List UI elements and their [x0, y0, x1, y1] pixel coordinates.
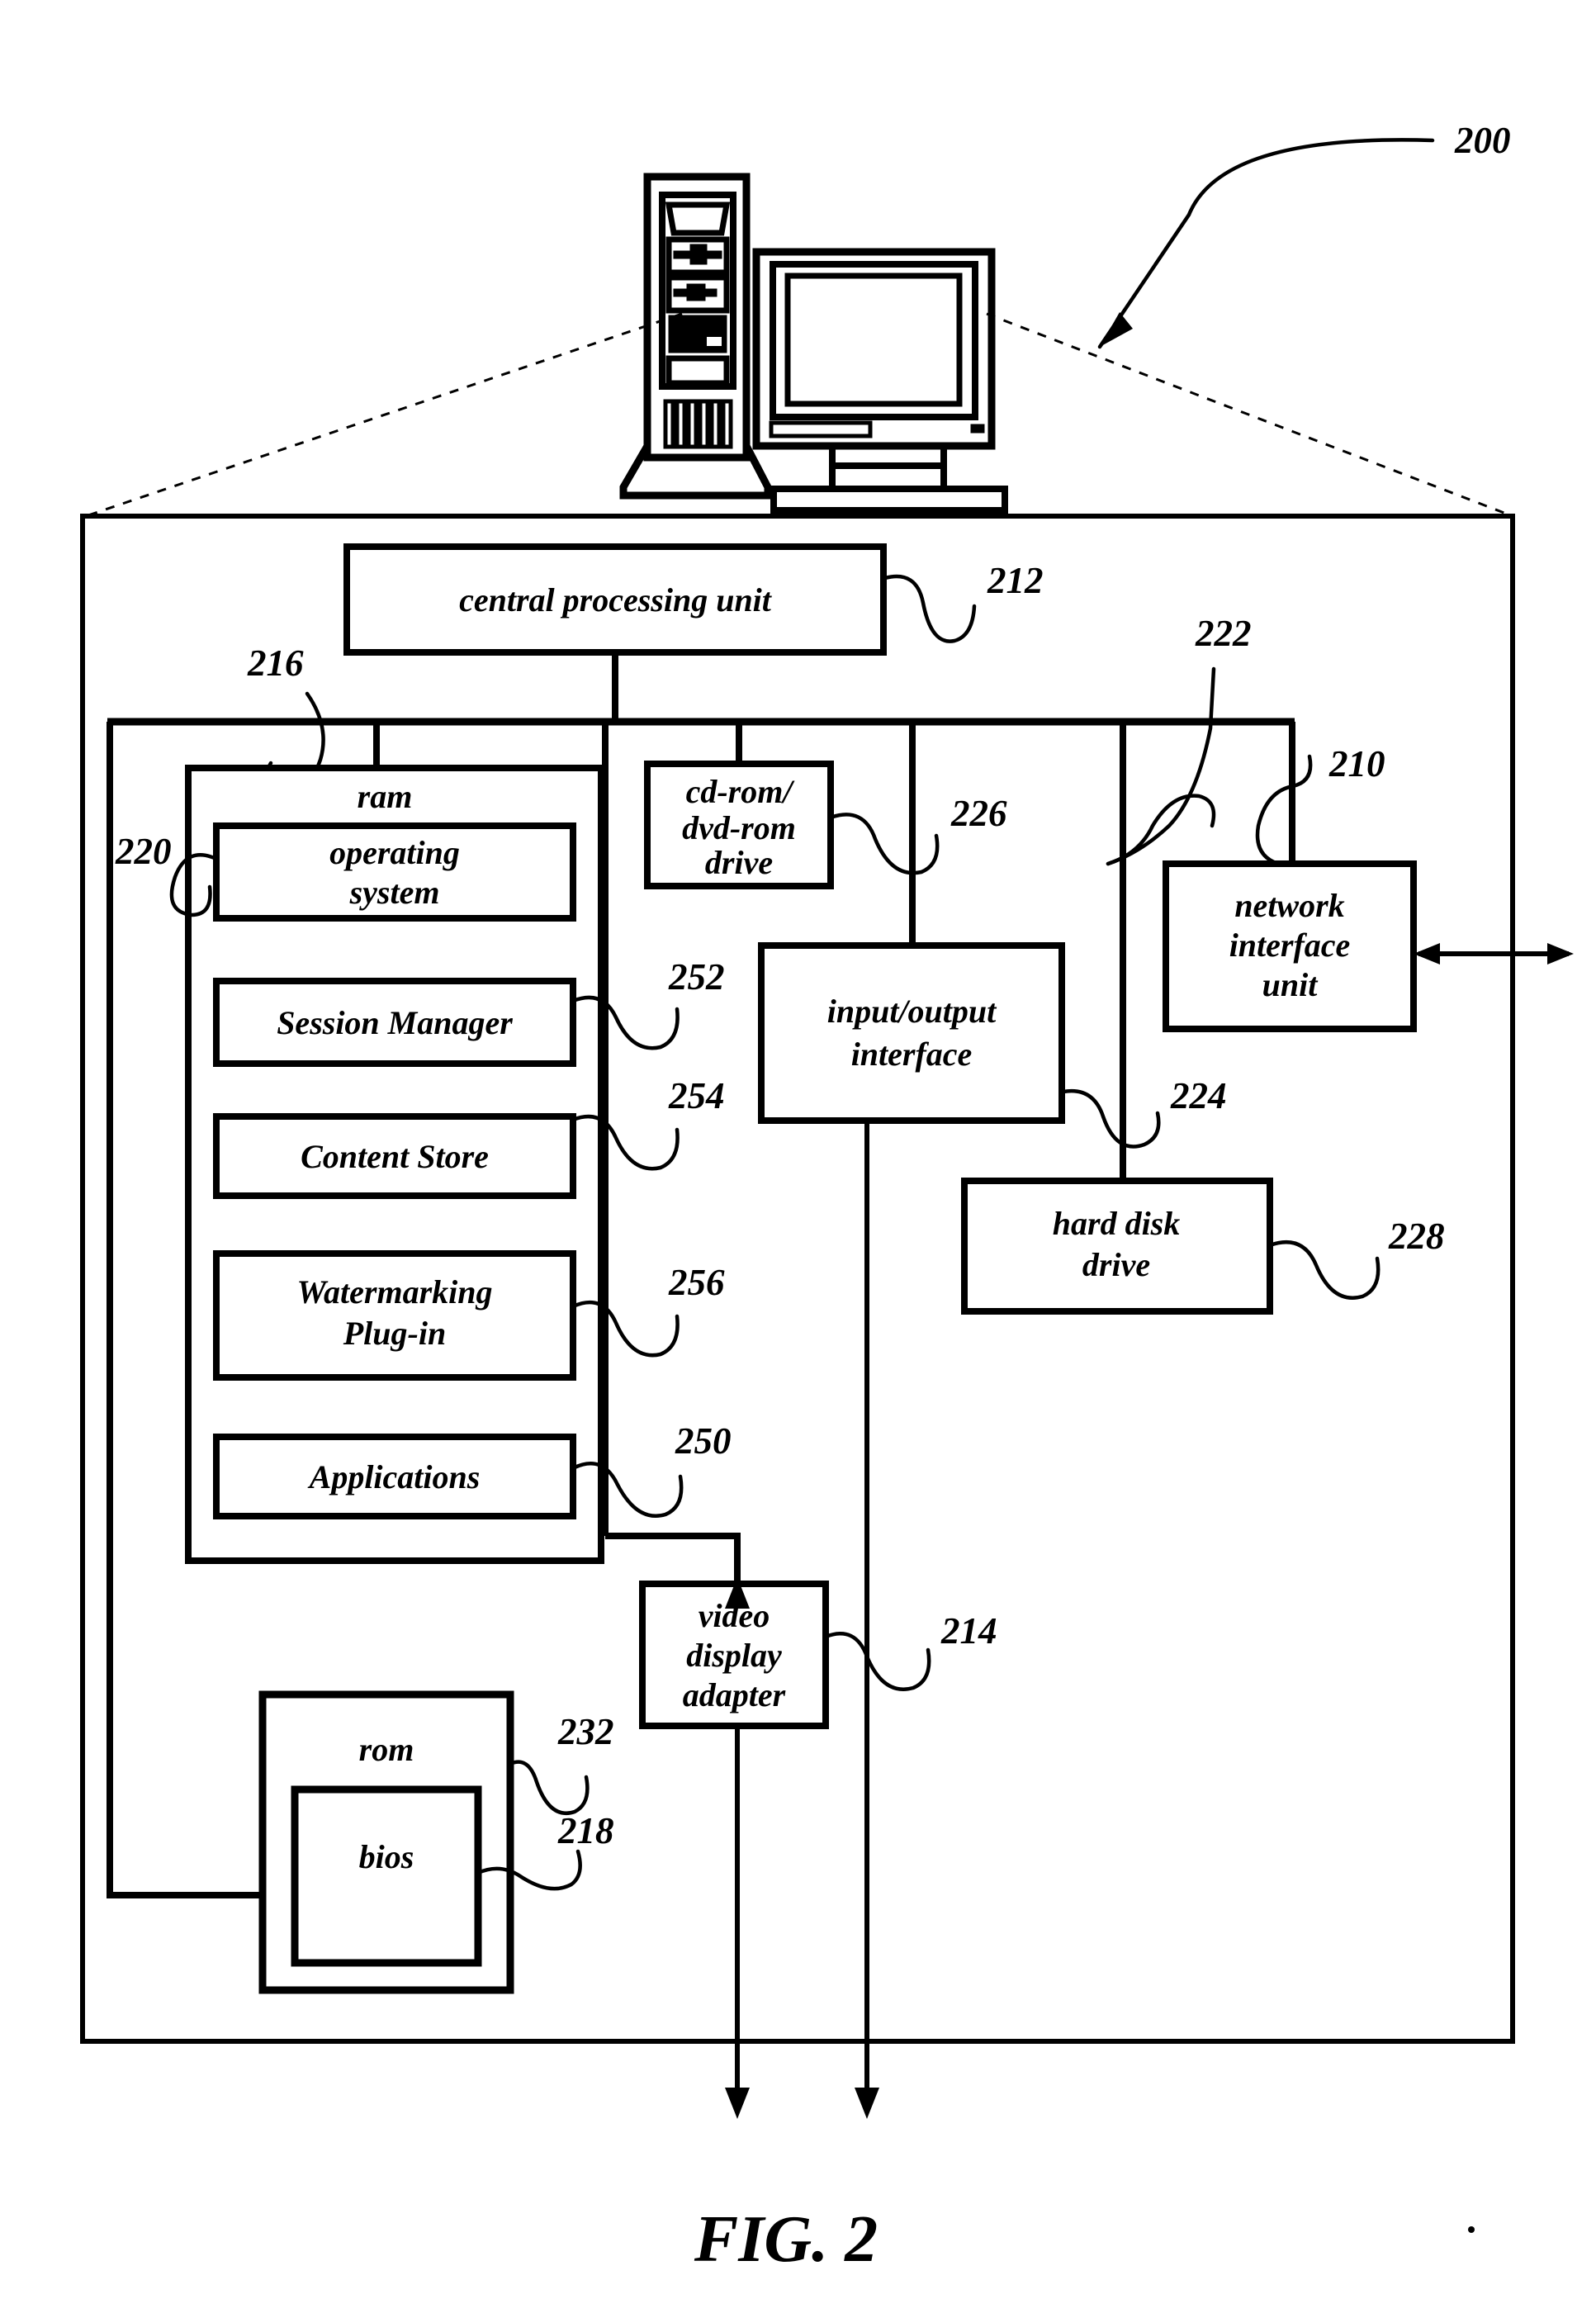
figure-caption: FIG. 2: [694, 2203, 878, 2276]
watermarking-plugin-label-line1: Watermarking: [296, 1273, 492, 1311]
rom-label: rom: [359, 1731, 414, 1768]
network-interface-unit-label-line1: network: [1234, 887, 1344, 924]
computing-device-illustration: [619, 173, 1008, 514]
bios-label: bios: [359, 1838, 414, 1875]
ref-256: 256: [668, 1262, 725, 1303]
ref-254: 254: [668, 1075, 725, 1116]
network-interface-unit-label-line3: unit: [1262, 966, 1319, 1003]
ref-224: 224: [1170, 1075, 1227, 1116]
ref-216: 216: [247, 642, 304, 684]
ref-232: 232: [557, 1711, 614, 1752]
operating-system-label-line2: system: [349, 874, 440, 911]
expansion-line-right: [986, 312, 1513, 518]
applications-label: Applications: [307, 1458, 481, 1495]
cdrom-drive-label-line2: dvd-rom: [682, 809, 796, 846]
ref-210: 210: [1328, 743, 1385, 784]
figure-canvas: Computing Device 200 central processing …: [0, 0, 1596, 2313]
cdrom-drive-label-line3: drive: [705, 844, 773, 881]
content-store-label: Content Store: [301, 1138, 489, 1175]
ref-212: 212: [987, 560, 1044, 601]
cpu-label: central processing unit: [459, 581, 773, 619]
system-ref-leader: [1097, 138, 1435, 349]
io-interface-label-line1: input/output: [827, 993, 997, 1030]
ref-228: 228: [1388, 1216, 1445, 1257]
page-artifact-dot: [1468, 2226, 1475, 2233]
hard-disk-drive-label-line1: hard disk: [1053, 1205, 1181, 1242]
watermarking-plugin-label-line2: Plug-in: [343, 1315, 446, 1352]
operating-system-label-line1: operating: [329, 834, 460, 871]
ref-218: 218: [557, 1810, 614, 1851]
hard-disk-drive-label-line2: drive: [1082, 1246, 1150, 1283]
ref-222: 222: [1195, 613, 1252, 654]
ref-252: 252: [668, 956, 725, 998]
ref-214: 214: [940, 1610, 997, 1652]
expansion-line-left: [85, 312, 683, 518]
ref-220: 220: [115, 831, 172, 872]
ref-200: 200: [1454, 120, 1511, 161]
network-interface-unit-label-line2: interface: [1229, 927, 1351, 964]
io-interface-box[interactable]: [758, 942, 1065, 1124]
bios-box[interactable]: [291, 1785, 482, 1967]
ref-226: 226: [950, 793, 1007, 834]
ref-250: 250: [675, 1420, 732, 1462]
session-manager-label: Session Manager: [277, 1004, 513, 1041]
io-interface-label-line2: interface: [851, 1036, 973, 1073]
video-display-adapter-label-line3: adapter: [683, 1676, 786, 1713]
video-display-adapter-label-line2: display: [686, 1637, 782, 1674]
cdrom-drive-label-line1: cd-rom/: [686, 773, 796, 810]
ram-label: ram: [358, 778, 413, 815]
